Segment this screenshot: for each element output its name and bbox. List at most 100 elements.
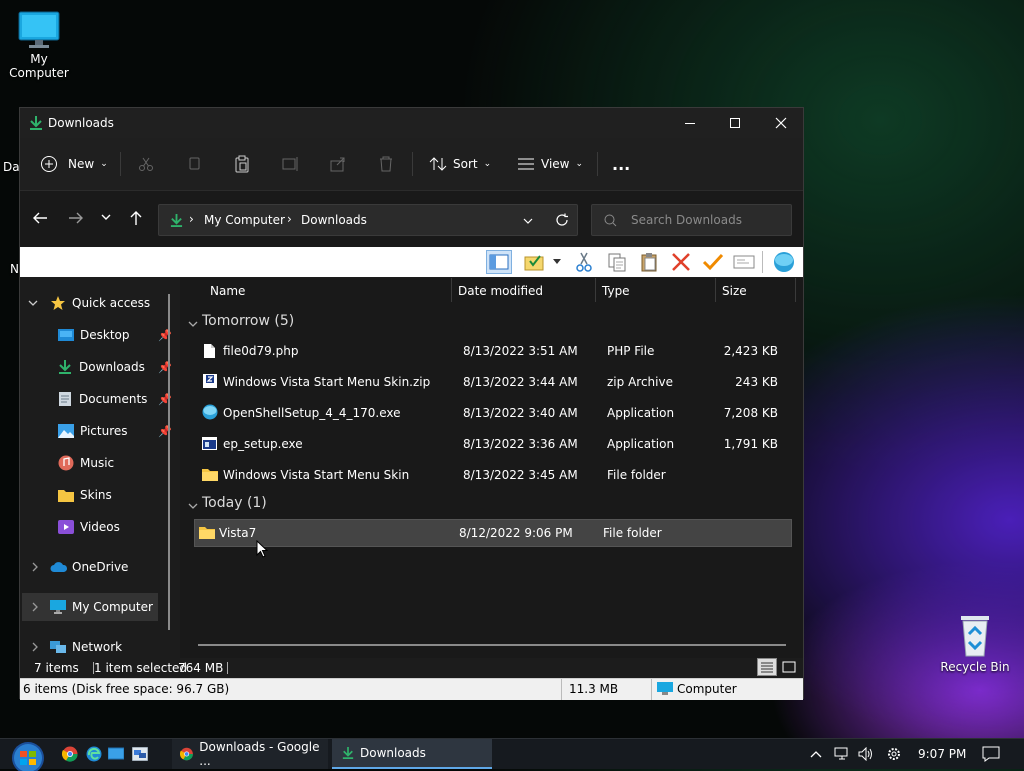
desktop-icon-recycle-bin[interactable]: Recycle Bin: [940, 612, 1010, 674]
nav-scrollbar[interactable]: [168, 294, 170, 630]
chevron-down-icon[interactable]: [522, 215, 534, 227]
file-date: 8/13/2022 3:45 AM: [463, 468, 578, 482]
nav-network[interactable]: Network: [30, 633, 122, 661]
nav-desktop[interactable]: Desktop 📌: [58, 321, 172, 349]
shell-globe-icon: [774, 252, 794, 272]
classic-cut-button[interactable]: [571, 250, 597, 274]
nav-pictures[interactable]: Pictures 📌: [58, 417, 172, 445]
table-row[interactable]: ep_setup.exe 8/13/2022 3:36 AM Applicati…: [195, 430, 791, 458]
new-button[interactable]: New ⌄: [40, 150, 108, 178]
nav-music[interactable]: Music: [58, 449, 114, 477]
nav-documents[interactable]: Documents 📌: [58, 385, 172, 413]
chevron-down-icon: [188, 503, 198, 509]
breadcrumb-downloads[interactable]: Downloads: [301, 213, 367, 227]
delete-button[interactable]: [378, 150, 394, 178]
address-row: › My Computer › Downloads Search Downloa…: [20, 191, 803, 247]
cloud-icon: [50, 562, 68, 572]
checklist-icon: [524, 255, 544, 271]
table-row[interactable]: file0d79.php 8/13/2022 3:51 AM PHP File …: [195, 337, 791, 365]
tray-volume[interactable]: [858, 739, 874, 769]
column-divider[interactable]: [595, 278, 596, 302]
column-date-modified[interactable]: Date modified: [458, 284, 543, 298]
select-all-button[interactable]: [522, 250, 548, 274]
nav-my-computer[interactable]: My Computer: [22, 593, 158, 621]
notification-center-button[interactable]: [982, 739, 1000, 769]
recent-locations-button[interactable]: [100, 211, 112, 226]
nav-skins[interactable]: Skins: [58, 481, 112, 509]
start-button[interactable]: [8, 739, 52, 771]
address-bar[interactable]: › My Computer › Downloads: [158, 204, 578, 236]
maximize-button[interactable]: [712, 108, 758, 138]
tray-settings[interactable]: [886, 739, 902, 769]
view-button[interactable]: View ⌄: [517, 150, 583, 178]
clock-time: 9:07 PM: [918, 747, 967, 761]
copy-button[interactable]: [186, 150, 202, 178]
column-divider[interactable]: [795, 278, 796, 302]
quicklaunch-chrome[interactable]: [62, 739, 78, 769]
nav-downloads[interactable]: Downloads 📌: [58, 353, 172, 381]
share-button[interactable]: [330, 150, 346, 178]
tiles-view-icon: [782, 661, 796, 673]
navigation-pane-button[interactable]: [486, 250, 512, 274]
refresh-icon[interactable]: [555, 213, 569, 227]
show-desktop-icon: [108, 747, 124, 760]
star-icon: [51, 296, 65, 310]
column-divider[interactable]: [715, 278, 716, 302]
tray-network[interactable]: [834, 739, 850, 769]
sort-button[interactable]: Sort ⌄: [429, 150, 491, 178]
classic-copy-button[interactable]: [604, 250, 630, 274]
paste-button[interactable]: [234, 150, 250, 178]
quicklaunch-desktop[interactable]: [108, 739, 124, 769]
table-row[interactable]: OpenShellSetup_4_4_170.exe 8/13/2022 3:4…: [195, 399, 791, 427]
classic-email-button[interactable]: [731, 250, 757, 274]
minimize-button[interactable]: [667, 108, 713, 138]
classic-shell-button[interactable]: [771, 250, 797, 274]
quicklaunch-window-switcher[interactable]: [132, 739, 148, 769]
tray-overflow-button[interactable]: [810, 739, 822, 769]
taskbar-button-explorer-downloads[interactable]: Downloads: [332, 739, 492, 769]
divider: [227, 662, 228, 674]
arrow-left-icon: [33, 212, 47, 224]
quicklaunch-edge[interactable]: [86, 739, 102, 769]
back-button[interactable]: [32, 211, 48, 228]
desktop-icon-my-computer[interactable]: My Computer: [0, 10, 78, 80]
more-options-label: ...: [612, 154, 631, 174]
nav-quick-access[interactable]: Quick access: [28, 289, 150, 317]
classic-paste-button[interactable]: [636, 250, 662, 274]
notification-icon: [982, 746, 1000, 762]
download-icon: [30, 116, 42, 130]
folder-icon: [202, 469, 218, 481]
clock[interactable]: 9:07 PM: [918, 739, 966, 769]
breadcrumb-my-computer[interactable]: My Computer: [204, 213, 285, 227]
tiles-view-button[interactable]: [779, 658, 799, 676]
rename-button[interactable]: [282, 150, 300, 178]
column-name[interactable]: Name: [210, 284, 245, 298]
column-size[interactable]: Size: [722, 284, 747, 298]
status-bar: 7 items 1 item selected 764 MB: [20, 658, 803, 678]
setup-app-icon: [202, 437, 217, 450]
more-options-button[interactable]: ...: [612, 150, 630, 178]
close-button[interactable]: [758, 108, 804, 138]
column-type[interactable]: Type: [602, 284, 630, 298]
nav-videos[interactable]: Videos: [58, 513, 120, 541]
taskbar-button-chrome-downloads[interactable]: Downloads - Google ...: [172, 739, 328, 769]
details-view-button[interactable]: [757, 658, 777, 676]
nav-onedrive[interactable]: OneDrive: [30, 553, 128, 581]
table-row[interactable]: Windows Vista Start Menu Skin 8/13/2022 …: [195, 461, 791, 489]
cut-button[interactable]: [138, 150, 154, 178]
classic-properties-button[interactable]: [700, 250, 726, 274]
desktop-folder-icon: [58, 329, 74, 341]
up-button[interactable]: [129, 210, 143, 229]
nav-label: My Computer: [72, 600, 153, 614]
horizontal-scrollbar[interactable]: [198, 644, 786, 646]
table-row-selected[interactable]: Vista7 8/12/2022 9:06 PM File folder: [194, 519, 792, 547]
forward-button[interactable]: [68, 211, 84, 228]
classic-delete-button[interactable]: [668, 250, 694, 274]
maximize-icon: [730, 118, 740, 128]
column-divider[interactable]: [451, 278, 452, 302]
table-row[interactable]: Windows Vista Start Menu Skin.zip 8/13/2…: [195, 368, 791, 396]
search-box[interactable]: Search Downloads: [591, 204, 792, 236]
title-bar[interactable]: Downloads: [20, 108, 803, 138]
chevron-right-icon: [32, 562, 38, 572]
select-dropdown-button[interactable]: [550, 250, 564, 274]
